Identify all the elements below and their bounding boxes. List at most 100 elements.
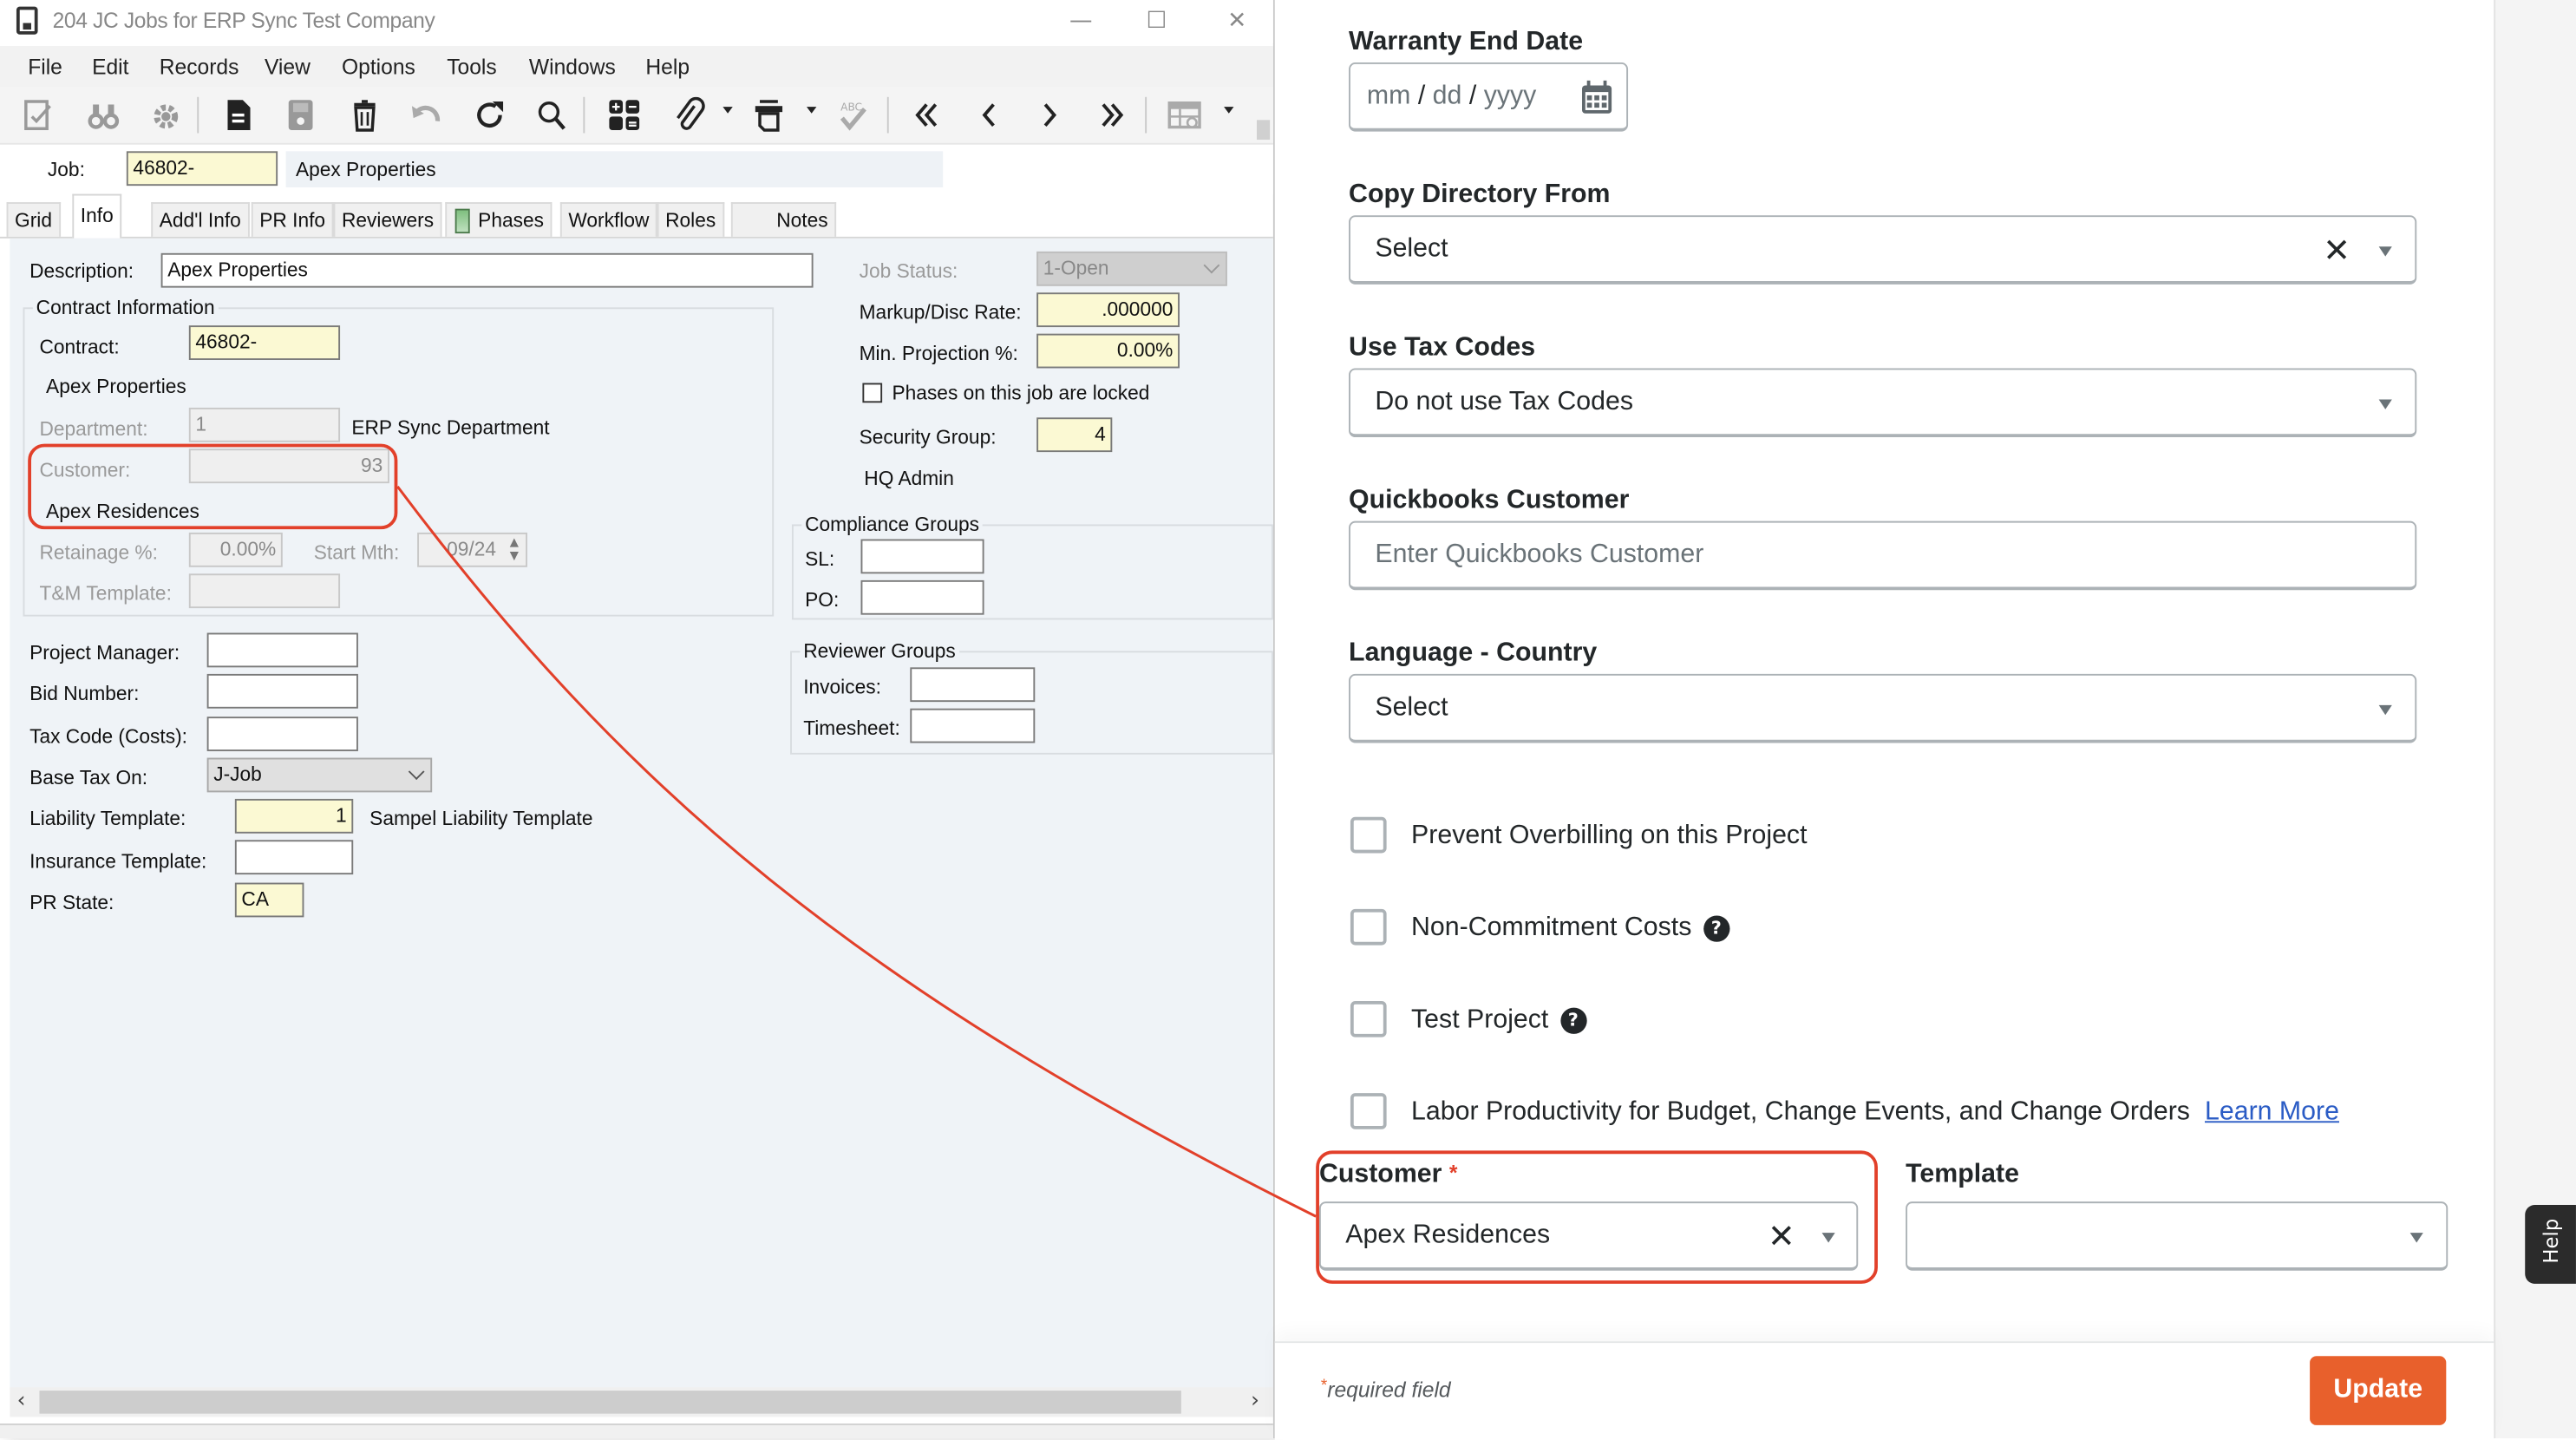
language-country-value: Select [1375, 693, 1448, 722]
tax-code-input[interactable] [206, 717, 358, 751]
language-country-label: Language - Country [1349, 639, 1598, 668]
new-record-icon[interactable] [219, 95, 258, 134]
insurance-template-input[interactable] [234, 840, 354, 875]
undo-icon[interactable] [406, 95, 445, 134]
minimize-button[interactable]: — [1056, 3, 1106, 40]
job-status-value: 1-Open [1043, 256, 1109, 280]
save-icon[interactable] [281, 95, 320, 134]
tab-notes[interactable]: Notes [730, 202, 837, 237]
scrollbar-thumb[interactable] [39, 1391, 1181, 1414]
settings-icon[interactable] [147, 95, 186, 134]
menu-help[interactable]: Help [645, 55, 690, 79]
po-input[interactable] [860, 579, 984, 615]
tab-roles[interactable]: Roles [657, 202, 724, 237]
menu-records[interactable]: Records [160, 55, 239, 79]
job-status-select: 1-Open [1036, 251, 1227, 286]
print-icon[interactable] [749, 95, 788, 134]
use-tax-codes-select[interactable]: Do not use Tax Codes [1349, 368, 2417, 438]
toolbar-separator [1145, 96, 1147, 134]
test-project-checkbox[interactable] [1350, 1000, 1387, 1037]
spellcheck-icon[interactable]: ABC [833, 95, 872, 134]
test-project-label: Test Project [1411, 1005, 1549, 1034]
previous-record-icon[interactable] [970, 95, 1009, 134]
tab-phases[interactable]: Phases [445, 202, 552, 237]
binoculars-icon[interactable] [84, 95, 123, 134]
bid-number-input[interactable] [206, 673, 358, 709]
template-select[interactable] [1906, 1201, 2449, 1271]
pr-state-label: PR State: [29, 891, 114, 914]
clear-icon[interactable]: ✕ [2323, 232, 2350, 268]
date-placeholder: mm / dd / yyyy [1366, 82, 1537, 110]
tab-workflow[interactable]: Workflow [559, 202, 657, 237]
invoices-input[interactable] [910, 667, 1036, 703]
sl-input[interactable] [860, 539, 984, 574]
insurance-template-label: Insurance Template: [29, 849, 207, 874]
warranty-end-date-input[interactable]: mm / dd / yyyy [1349, 62, 1629, 132]
non-commitment-costs-checkbox[interactable] [1350, 908, 1387, 946]
scroll-right-arrow[interactable]: › [1244, 1387, 1267, 1417]
timesheet-input[interactable] [910, 708, 1036, 743]
quickbooks-customer-input[interactable]: Enter Quickbooks Customer [1349, 520, 2417, 591]
calculator-icon[interactable] [605, 95, 644, 134]
language-country-select[interactable]: Select [1349, 673, 2417, 743]
horizontal-scrollbar[interactable]: ‹ › [10, 1387, 1273, 1417]
contract-input[interactable]: 46802- [188, 325, 341, 360]
help-icon[interactable]: ? [1559, 1007, 1586, 1034]
caret-down-icon [2378, 704, 2392, 716]
menu-edit[interactable]: Edit [92, 55, 128, 79]
update-button[interactable]: Update [2310, 1356, 2447, 1425]
help-tab[interactable]: Help [2525, 1204, 2576, 1284]
tab-info[interactable]: Info [72, 193, 122, 239]
tab-grid[interactable]: Grid [6, 202, 61, 237]
toolbar-overflow-icon[interactable] [1256, 120, 1271, 141]
refresh-icon[interactable] [470, 95, 509, 134]
liability-template-label: Liability Template: [29, 807, 186, 830]
attachment-icon[interactable] [669, 95, 708, 134]
tab-reviewers[interactable]: Reviewers [333, 202, 442, 237]
job-input[interactable]: 46802- [126, 151, 278, 187]
job-label: Job: [47, 157, 85, 181]
markup-input[interactable]: .000000 [1036, 292, 1180, 328]
copy-directory-value: Select [1375, 234, 1448, 264]
menu-windows[interactable]: Windows [529, 55, 616, 79]
liability-template-input[interactable]: 1 [234, 798, 354, 834]
menu-tools[interactable]: Tools [447, 55, 497, 79]
tab-addl-info[interactable]: Add'l Info [151, 202, 250, 237]
menu-options[interactable]: Options [342, 55, 415, 79]
first-record-icon[interactable] [907, 95, 946, 134]
sl-label: SL: [805, 547, 835, 571]
toolbar-separator [886, 96, 889, 134]
calendar-icon[interactable] [1579, 79, 1615, 115]
delete-icon[interactable] [345, 95, 384, 134]
maximize-button[interactable]: ☐ [1132, 3, 1181, 40]
grid-settings-icon[interactable] [1165, 95, 1204, 134]
menu-view[interactable]: View [265, 55, 311, 79]
prevent-overbilling-checkbox[interactable] [1350, 816, 1387, 854]
pr-state-input[interactable]: CA [234, 882, 304, 918]
quickbooks-customer-label: Quickbooks Customer [1349, 486, 1630, 515]
print-dropdown-icon[interactable] [807, 107, 817, 114]
copy-directory-select[interactable]: Select ✕ [1349, 215, 2417, 285]
grid-settings-dropdown-icon[interactable] [1224, 107, 1234, 114]
search-icon[interactable] [533, 95, 572, 134]
test-project-row: Test Project? [1411, 1006, 1586, 1036]
min-projection-input[interactable]: 0.00% [1036, 333, 1180, 369]
security-group-input[interactable]: 4 [1036, 417, 1113, 453]
project-manager-input[interactable] [206, 632, 358, 668]
legacy-customer-callout [28, 443, 398, 530]
help-icon[interactable]: ? [1703, 915, 1729, 942]
description-input[interactable]: Apex Properties [160, 252, 814, 288]
start-month-spinner[interactable]: ▲ ▼ [504, 536, 524, 564]
menu-file[interactable]: File [28, 55, 62, 79]
scroll-left-arrow[interactable]: ‹ [10, 1387, 33, 1417]
labor-productivity-checkbox[interactable] [1350, 1093, 1387, 1129]
learn-more-link[interactable]: Learn More [2205, 1098, 2339, 1126]
tab-pr-info[interactable]: PR Info [251, 202, 334, 237]
base-tax-select[interactable]: J-Job [206, 757, 433, 793]
last-record-icon[interactable] [1093, 95, 1132, 134]
next-record-icon[interactable] [1030, 95, 1069, 134]
phases-locked-checkbox[interactable] [862, 383, 883, 403]
attachment-dropdown-icon[interactable] [722, 107, 733, 114]
close-button[interactable]: ✕ [1213, 3, 1262, 40]
edit-check-icon[interactable] [20, 95, 59, 134]
